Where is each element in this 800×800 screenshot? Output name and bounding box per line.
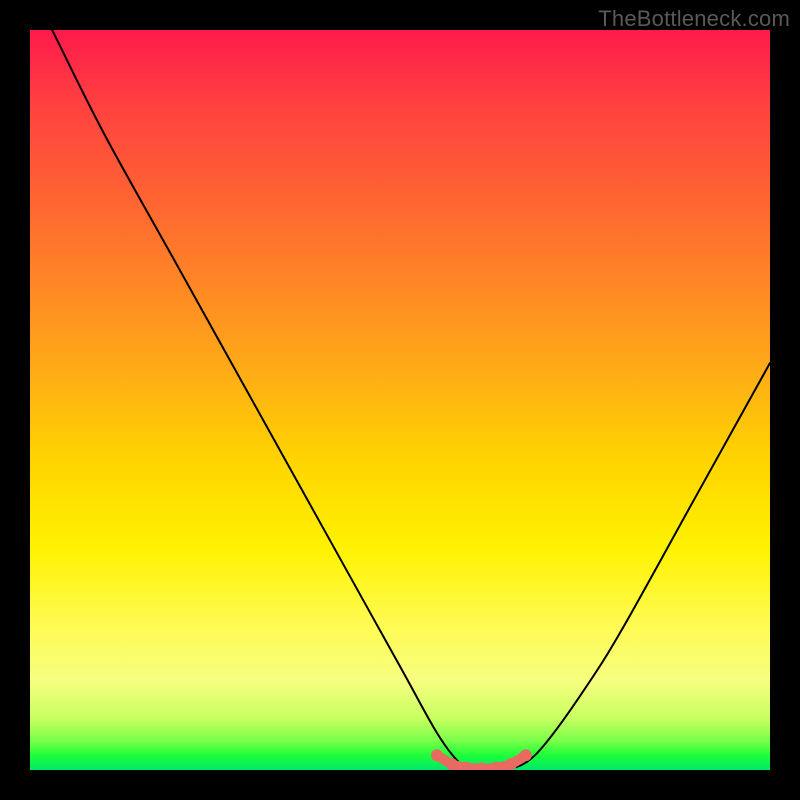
plot-area: [30, 30, 770, 770]
bottleneck-curve: [52, 30, 770, 770]
highlight-dot: [431, 749, 443, 761]
highlight-dot: [446, 758, 458, 770]
highlight-dot: [505, 758, 517, 770]
watermark-text: TheBottleneck.com: [598, 6, 790, 32]
highlight-dot: [520, 749, 532, 761]
curve-svg: [30, 30, 770, 770]
chart-frame: TheBottleneck.com: [0, 0, 800, 800]
